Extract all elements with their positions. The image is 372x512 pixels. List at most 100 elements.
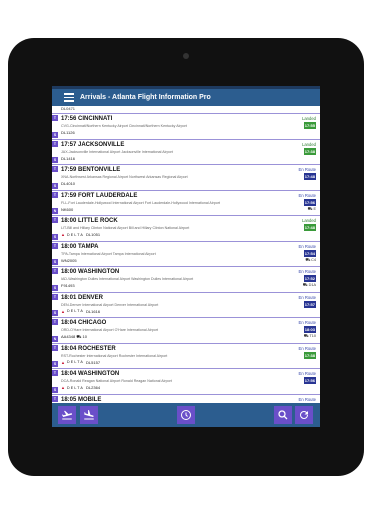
arrival-time-badge: 17:52: [303, 275, 316, 282]
flight-number: DL1126: [61, 130, 75, 135]
time-city: 17:56 CINCINNATI: [61, 116, 113, 122]
flight-number: DL5157: [86, 359, 101, 365]
arrivals-list[interactable]: DL0471 T S 17:56 CINCINNATI CVG-Cincinnati/…: [52, 106, 320, 403]
time-city: 18:01 DENVER: [61, 294, 104, 301]
departures-button[interactable]: [58, 406, 76, 424]
gate-tag: S: [52, 182, 58, 189]
flight-number: DL1416: [61, 155, 76, 161]
route-text: RST-Rochester International Airport Roch…: [61, 353, 168, 358]
time-city: 18:04 WASHINGTON: [61, 371, 120, 377]
flight-status: Landed: [302, 218, 316, 223]
route-text: ORD-O'Hare International Airport O'Hare …: [61, 328, 159, 332]
flight-status: En Route: [298, 371, 316, 376]
flight-info: ▲ DELTA DL1051: [61, 232, 100, 237]
arrival-time-badge: 17:56: [303, 377, 316, 384]
route-text: TPA-Tampa International Airport Tampa In…: [61, 251, 156, 256]
list-item[interactable]: DL0471: [52, 106, 320, 114]
list-item[interactable]: T S 18:04 ROCHESTER RST-Rochester Internati…: [52, 344, 320, 369]
time-filter-button[interactable]: [177, 406, 195, 424]
flight-info: AA4348 ⛟ 10: [61, 334, 87, 340]
terminal-tag: T: [52, 395, 58, 402]
baggage-info: ⛟ D1A: [302, 283, 316, 287]
list-item[interactable]: T S 17:59 BENTONVILLE XNA-Northwest Arkansa…: [52, 165, 320, 191]
flight-info: DL1416: [61, 156, 75, 161]
refresh-icon: [300, 411, 308, 419]
time-city: 18:04 CHICAGO: [61, 320, 107, 326]
flight-status: En Route: [298, 167, 316, 172]
baggage-info: ⛟ T10: [303, 334, 316, 338]
app-title: Arrivals - Atlanta Flight Information Pr…: [80, 94, 211, 101]
flight-status: Landed: [302, 141, 316, 147]
list-item[interactable]: T S 18:01 DENVER DEN-Denver International A…: [52, 293, 320, 318]
terminal-tag: T: [52, 319, 58, 325]
flight-info: DL4010: [61, 181, 75, 186]
list-item[interactable]: T S 18:00 LITTLE ROCK LIT-Bill and Hillary …: [52, 216, 320, 242]
terminal-tag: T: [52, 191, 58, 198]
time-city: 18:00 LITTLE ROCK: [61, 218, 118, 224]
gate-tag: S: [52, 233, 58, 240]
airline-name: DELTA: [66, 232, 85, 237]
refresh-button[interactable]: [295, 406, 313, 424]
gate-tag: S: [52, 310, 58, 316]
list-item[interactable]: T S 17:56 CINCINNATI CVG-Cincinnati/Norther…: [52, 114, 320, 140]
clock-icon: [181, 410, 191, 420]
arrival-time-badge: 17:38: [303, 351, 316, 359]
screen: Arrivals - Atlanta Flight Information Pr…: [52, 86, 320, 427]
flight-info: ▲ DELTA DL1616: [61, 309, 100, 314]
flight-number: AA4348 ⛟ 10: [61, 334, 87, 339]
search-button[interactable]: [274, 406, 292, 424]
terminal-tag: T: [52, 242, 58, 249]
list-item[interactable]: T S 18:00 WASHINGTON IAD-Washington Dulles …: [52, 267, 320, 293]
delta-logo-icon: ▲: [61, 385, 65, 390]
gate-tag: S: [52, 131, 58, 138]
list-item[interactable]: T N 17:59 FORT LAUDERDALE FLL-Fort Lauderda…: [52, 191, 320, 216]
flight-number: DL0471: [61, 106, 76, 111]
list-item[interactable]: T18:05 MOBILEMOB-Mobile Regional Airport…: [52, 395, 320, 404]
time-city: 17:59 BENTONVILLE: [61, 167, 121, 173]
arrival-time-badge: 17:54: [303, 249, 316, 257]
terminal-tag: T: [52, 166, 58, 172]
gate-tag: S: [52, 386, 58, 393]
terminal-tag: T: [52, 217, 58, 223]
delta-logo-icon: ▲: [61, 232, 65, 237]
gate-tag: N: [52, 208, 58, 214]
list-item[interactable]: T S 18:04 WASHINGTON DCA-Ronald Reagan Nati…: [52, 369, 320, 395]
flight-info: DL1126: [61, 130, 75, 135]
list-item[interactable]: T S 18:00 TAMPA TPA-Tampa International Air…: [52, 242, 320, 267]
arrivals-button[interactable]: [80, 406, 98, 424]
flight-status: En Route: [298, 192, 316, 198]
flight-info: ▲ DELTA DL2364: [61, 385, 100, 390]
route-text: IAD-Washington Dulles International Airp…: [61, 277, 194, 281]
menu-icon[interactable]: [64, 93, 74, 102]
terminal-tag: T: [52, 370, 58, 376]
list-item[interactable]: T S 17:57 JACKSONVILLE JAX-Jacksonville Int…: [52, 140, 320, 165]
arrival-time-badge: 17:38: [303, 147, 316, 155]
flight-number: DL2364: [86, 385, 101, 390]
airline-name: DELTA: [66, 309, 85, 313]
arrival-time-badge: 17:57: [303, 300, 316, 308]
terminal-tag: T: [52, 140, 58, 147]
arrival-time-badge: 17:56: [303, 198, 316, 206]
time-city: 17:57 JACKSONVILLE: [61, 141, 125, 148]
terminal-tag: T: [52, 344, 58, 351]
gate-tag: S: [52, 361, 58, 367]
flight-info: WN2005: [61, 258, 77, 263]
baggage-info: ⛟ C4: [305, 257, 316, 262]
gate-tag: S: [52, 157, 58, 163]
gate-tag: N: [52, 335, 58, 342]
time-city: 18:00 TAMPA: [61, 243, 99, 250]
arrival-time-badge: 17:48: [303, 173, 316, 180]
delta-logo-icon: ▲: [61, 308, 65, 314]
flight-number: DL4010: [61, 181, 76, 186]
route-text: JAX-Jacksonville International Airport J…: [61, 149, 173, 154]
arrival-time-badge: 17:48: [303, 224, 316, 231]
airline-name: DELTA: [66, 360, 85, 364]
route-text: CVG-Cincinnati/Northern Kentucky Airport…: [61, 124, 187, 128]
flight-status: En Route: [298, 396, 316, 402]
route-text: DEN-Denver International Airport Denver …: [61, 302, 159, 307]
arrivals-icon: [84, 410, 94, 420]
terminal-tag: T: [52, 268, 58, 274]
airline-name: DELTA: [66, 385, 85, 390]
route-text: FLL-Fort Lauderdale-Hollywood Internatio…: [61, 200, 221, 205]
list-item[interactable]: T N 18:04 CHICAGO ORD-O'Hare International …: [52, 318, 320, 344]
